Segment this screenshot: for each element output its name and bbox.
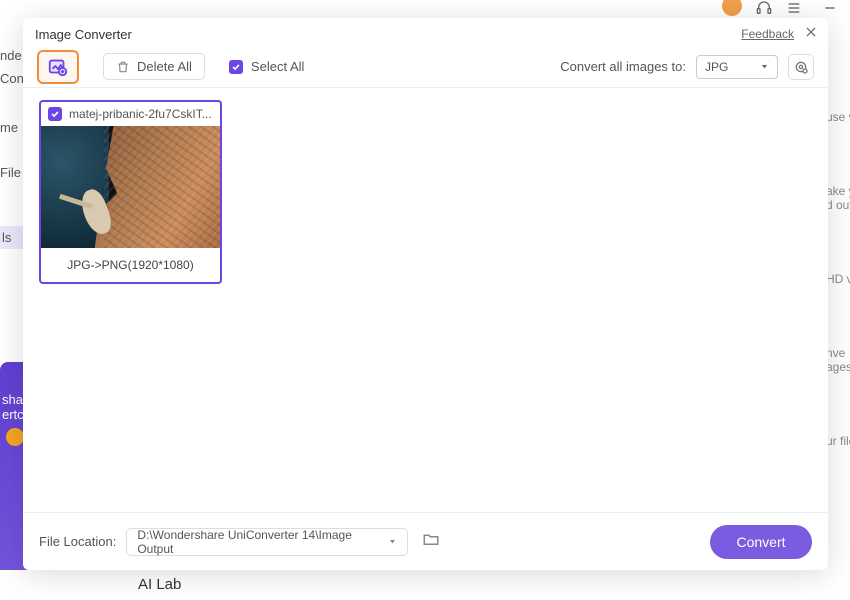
open-folder-button[interactable] <box>418 526 444 557</box>
image-caption: JPG->PNG(1920*1080) <box>41 248 220 282</box>
ai-lab-label[interactable]: AI Lab <box>138 576 181 593</box>
image-grid: matej-pribanic-2fu7CskIT... JPG->PNG(192… <box>23 88 828 512</box>
convert-format-label: Convert all images to: <box>560 59 686 74</box>
toolbar: Delete All Select All Convert all images… <box>23 46 828 88</box>
chevron-down-icon <box>388 537 397 546</box>
checkbox-icon <box>229 60 243 74</box>
image-card[interactable]: matej-pribanic-2fu7CskIT... JPG->PNG(192… <box>39 100 222 284</box>
avatar[interactable] <box>722 0 742 16</box>
format-selected-value: JPG <box>705 60 728 74</box>
file-location-select[interactable]: D:\Wondershare UniConverter 14\Image Out… <box>126 528 408 556</box>
image-converter-modal: Image Converter Feedback Delete All Sele… <box>23 18 828 570</box>
delete-all-label: Delete All <box>137 59 192 74</box>
folder-icon <box>422 530 440 548</box>
gear-icon <box>793 59 809 75</box>
menu-icon[interactable] <box>786 0 802 16</box>
footer: File Location: D:\Wondershare UniConvert… <box>23 512 828 570</box>
add-image-button[interactable] <box>37 50 79 84</box>
select-all-label: Select All <box>251 59 304 74</box>
trash-icon <box>116 60 130 74</box>
select-all-checkbox[interactable]: Select All <box>229 59 304 74</box>
right-partial: use v ake yd out HD v nveages ur file <box>826 110 850 508</box>
chevron-down-icon <box>760 62 769 71</box>
modal-title: Image Converter <box>33 27 132 42</box>
delete-all-button[interactable]: Delete All <box>103 53 205 80</box>
file-location-path: D:\Wondershare UniConverter 14\Image Out… <box>137 528 388 556</box>
minimize-icon[interactable] <box>822 0 838 16</box>
image-thumbnail <box>41 126 220 248</box>
image-filename: matej-pribanic-2fu7CskIT... <box>69 107 212 121</box>
convert-button[interactable]: Convert <box>710 525 812 559</box>
settings-button[interactable] <box>788 54 814 80</box>
close-icon[interactable] <box>804 25 818 44</box>
format-select[interactable]: JPG <box>696 55 778 79</box>
image-checkbox[interactable] <box>48 107 62 121</box>
file-location-label: File Location: <box>39 534 116 549</box>
headset-icon[interactable] <box>756 0 772 16</box>
feedback-link[interactable]: Feedback <box>741 27 794 41</box>
